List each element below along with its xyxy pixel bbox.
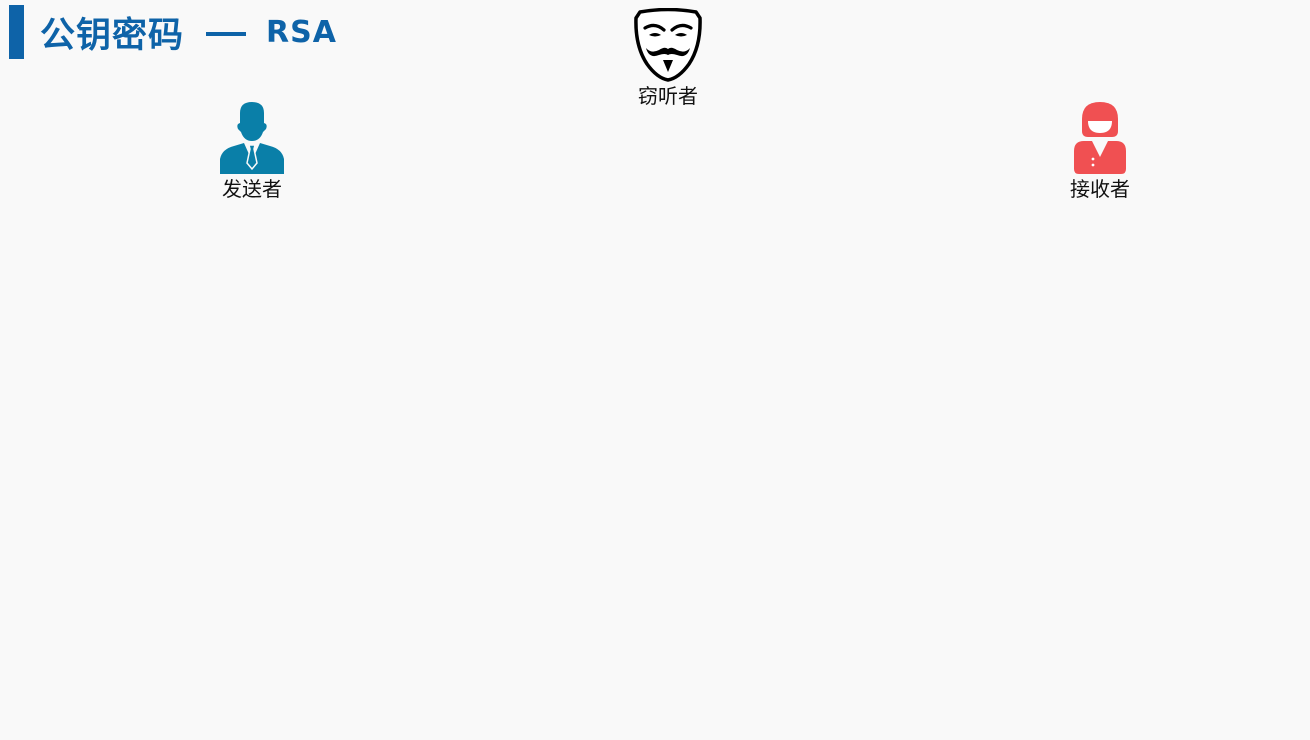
sender-node: 发送者 [212, 101, 292, 201]
receiver-label: 接收者 [1070, 177, 1130, 201]
businessman-icon [220, 102, 284, 174]
eavesdropper-label: 窃听者 [638, 84, 698, 108]
title-sub: RSA [266, 14, 337, 50]
receiver-node: 接收者 [1060, 101, 1140, 201]
page-title: 公钥密码 RSA [40, 6, 337, 58]
title-accent-bar [9, 5, 24, 59]
title-dash [206, 32, 247, 36]
title-main: 公钥密码 [40, 15, 185, 56]
sender-label: 发送者 [222, 177, 282, 201]
woman-icon [1074, 102, 1126, 174]
mask-icon [634, 8, 702, 82]
eavesdropper-node: 窃听者 [627, 8, 709, 108]
